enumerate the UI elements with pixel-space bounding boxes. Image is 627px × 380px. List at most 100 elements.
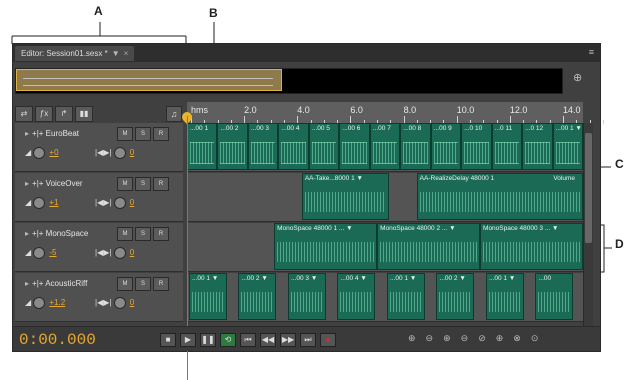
pan-knob[interactable] bbox=[113, 197, 126, 209]
close-icon[interactable]: × bbox=[124, 49, 129, 58]
audio-clip[interactable]: ...00 1 bbox=[187, 123, 218, 170]
pan-knob[interactable] bbox=[113, 247, 126, 259]
fast-forward-icon[interactable]: ▶▶ bbox=[280, 333, 296, 347]
audio-clip[interactable]: MonoSpace 48000 1 ... ▼ bbox=[274, 223, 378, 270]
loop-icon[interactable]: ⟲ bbox=[220, 333, 236, 347]
eq-icon[interactable]: ▮▮ bbox=[75, 106, 93, 122]
zoom-navigator-icon[interactable]: ⊕ bbox=[573, 71, 582, 84]
track-collapse-icon[interactable]: ▸ bbox=[25, 129, 29, 138]
zoom-in-amplitude-icon[interactable]: ⊕ bbox=[408, 333, 416, 344]
volume-value[interactable]: +1.2 bbox=[49, 298, 65, 307]
zoom-out-full-icon[interactable]: ⊘ bbox=[478, 333, 486, 344]
go-to-start-icon[interactable]: ⏮ bbox=[240, 333, 256, 347]
track-header[interactable]: ▸ +|+ EuroBeat M S R ◢ +0 |◀▶| 0 bbox=[15, 123, 183, 172]
audio-clip[interactable]: ...00 2 ▼ bbox=[436, 273, 475, 320]
overview-visible-range[interactable] bbox=[16, 69, 282, 91]
audio-clip[interactable]: AA-Take...8000 1 ▼ bbox=[301, 173, 389, 220]
track-lane[interactable]: AA-Take...8000 1 ▼ AA-RealizeDelay 48000 … bbox=[187, 173, 583, 222]
sends-icon[interactable]: ↱ bbox=[55, 106, 73, 122]
track-name[interactable]: ▸ +|+ AcousticRiff bbox=[25, 279, 87, 288]
volume-control[interactable]: ◢ -5 bbox=[25, 247, 57, 259]
effects-icon[interactable]: ƒx bbox=[35, 106, 53, 122]
mute-button[interactable]: M bbox=[117, 127, 133, 141]
pan-value[interactable]: 0 bbox=[130, 198, 134, 207]
time-display[interactable]: 0:00.000 bbox=[19, 331, 96, 349]
record-arm-button[interactable]: R bbox=[153, 177, 169, 191]
record-arm-button[interactable]: R bbox=[153, 127, 169, 141]
track-lane[interactable]: ...00 1 ▼ ...00 2 ▼ ...00 3 ▼ ...00 4 ▼ ...0… bbox=[187, 273, 583, 322]
volume-value[interactable]: -5 bbox=[49, 248, 56, 257]
volume-knob[interactable] bbox=[33, 247, 46, 259]
audio-clip[interactable]: MonoSpace 48000 2 ... ▼ bbox=[377, 223, 481, 270]
zoom-in-point-icon[interactable]: ⊕ bbox=[496, 333, 504, 344]
audio-clip[interactable]: ...0 11 bbox=[491, 123, 523, 170]
audio-clip[interactable]: ...00 1 ▼ bbox=[552, 123, 583, 170]
pan-knob[interactable] bbox=[113, 297, 126, 309]
zoom-reset-icon[interactable]: ⊙ bbox=[531, 333, 539, 344]
track-name[interactable]: ▸ +|+ MonoSpace bbox=[25, 229, 88, 238]
audio-clip[interactable]: ...00 3 bbox=[247, 123, 279, 170]
volume-control[interactable]: ◢ +1 bbox=[25, 197, 59, 209]
vertical-scrollbar[interactable] bbox=[583, 123, 593, 349]
audio-clip[interactable]: ...00 6 bbox=[339, 123, 370, 170]
audio-clip[interactable]: ...00 5 bbox=[308, 123, 340, 170]
audio-clip[interactable]: ...00 2 ▼ bbox=[238, 273, 277, 320]
track-name[interactable]: ▸ +|+ VoiceOver bbox=[25, 179, 83, 188]
overview-navigator[interactable] bbox=[15, 68, 563, 94]
go-to-end-icon[interactable]: ⏭ bbox=[300, 333, 316, 347]
audio-clip[interactable]: ...00 9 bbox=[430, 123, 462, 170]
pan-value[interactable]: 0 bbox=[130, 148, 134, 157]
zoom-out-time-icon[interactable]: ⊖ bbox=[461, 333, 469, 344]
audio-clip[interactable]: ...00 8 bbox=[400, 123, 431, 170]
audio-clip[interactable]: ...00 1 ▼ bbox=[188, 273, 227, 320]
volume-control[interactable]: ◢ +0 bbox=[25, 147, 59, 159]
pan-control[interactable]: |◀▶| 0 bbox=[95, 197, 134, 209]
pan-control[interactable]: |◀▶| 0 bbox=[95, 147, 134, 159]
volume-control[interactable]: ◢ +1.2 bbox=[25, 297, 65, 309]
time-ruler[interactable]: hms 2.0 4.0 6.0 8.0 10.0 12.0 14.0 bbox=[187, 102, 604, 125]
record-arm-button[interactable]: R bbox=[153, 277, 169, 291]
pan-knob[interactable] bbox=[113, 147, 126, 159]
audio-clip[interactable]: ...0 12 bbox=[522, 123, 553, 170]
zoom-in-time-icon[interactable]: ⊕ bbox=[443, 333, 451, 344]
zoom-to-selection-icon[interactable]: ⊗ bbox=[513, 333, 521, 344]
stop-icon[interactable]: ■ bbox=[160, 333, 176, 347]
pan-control[interactable]: |◀▶| 0 bbox=[95, 297, 134, 309]
track-collapse-icon[interactable]: ▸ bbox=[25, 279, 29, 288]
pan-value[interactable]: 0 bbox=[130, 248, 134, 257]
inputs-outputs-icon[interactable]: ⇄ bbox=[15, 106, 33, 122]
mute-button[interactable]: M bbox=[117, 277, 133, 291]
scrollbar-thumb[interactable] bbox=[585, 133, 592, 243]
audio-clip[interactable]: ...00 7 bbox=[369, 123, 401, 170]
audio-clip[interactable]: MonoSpace 48000 3 ... ▼ bbox=[480, 223, 583, 270]
track-name[interactable]: ▸ +|+ EuroBeat bbox=[25, 129, 79, 138]
track-header[interactable]: ▸ +|+ MonoSpace M S R ◢ -5 |◀▶| 0 bbox=[15, 223, 183, 272]
volume-knob[interactable] bbox=[33, 297, 46, 309]
volume-value[interactable]: +0 bbox=[49, 148, 58, 157]
audio-clip[interactable]: ...0 10 bbox=[461, 123, 492, 170]
rewind-icon[interactable]: ◀◀ bbox=[260, 333, 276, 347]
track-lane[interactable]: ...00 1 ...00 2 ...00 3 ...00 4 ...00 5 ...00… bbox=[187, 123, 583, 172]
track-collapse-icon[interactable]: ▸ bbox=[25, 179, 29, 188]
audio-clip[interactable]: ...00 4 bbox=[278, 123, 309, 170]
record-arm-button[interactable]: R bbox=[153, 227, 169, 241]
audio-clip[interactable]: ...00 1 ▼ bbox=[386, 273, 425, 320]
track-collapse-icon[interactable]: ▸ bbox=[25, 229, 29, 238]
panel-menu-icon[interactable]: ≡ bbox=[589, 47, 594, 57]
solo-button[interactable]: S bbox=[135, 177, 151, 191]
zoom-out-amplitude-icon[interactable]: ⊖ bbox=[426, 333, 434, 344]
volume-value[interactable]: +1 bbox=[49, 198, 58, 207]
audio-clip[interactable]: ...00 bbox=[535, 273, 574, 320]
mute-button[interactable]: M bbox=[117, 177, 133, 191]
solo-button[interactable]: S bbox=[135, 227, 151, 241]
solo-button[interactable]: S bbox=[135, 127, 151, 141]
metronome-icon[interactable]: ♫ bbox=[166, 106, 182, 122]
audio-clip[interactable]: ...00 3 ▼ bbox=[287, 273, 326, 320]
mute-button[interactable]: M bbox=[117, 227, 133, 241]
record-icon[interactable]: ● bbox=[320, 333, 336, 347]
volume-knob[interactable] bbox=[33, 147, 46, 159]
pause-icon[interactable]: ❚❚ bbox=[200, 333, 216, 347]
play-icon[interactable]: ▶ bbox=[180, 333, 196, 347]
editor-tab[interactable]: Editor: Session01.sesx * ▼ × bbox=[15, 46, 135, 61]
audio-clip[interactable]: ...00 2 bbox=[217, 123, 248, 170]
